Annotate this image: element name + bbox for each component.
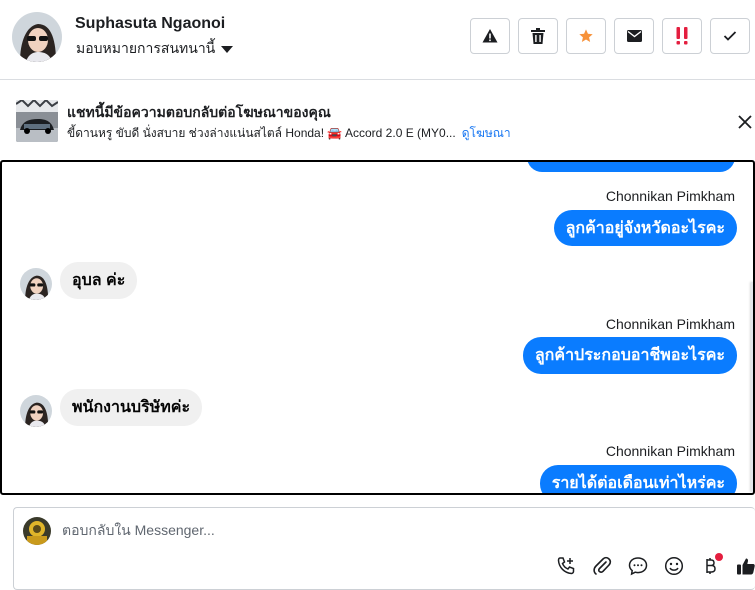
caret-down-icon — [221, 46, 234, 53]
spam-button[interactable] — [470, 18, 510, 54]
outgoing-message[interactable] — [527, 162, 735, 172]
delete-button[interactable] — [518, 18, 558, 54]
ad-banner-description-row: ขี้ดานหรู ขับดี นั่งสบาย ช่วงล่างแน่นสไต… — [67, 124, 511, 143]
outgoing-message[interactable]: ลูกค้าประกอบอาชีพอะไรคะ — [522, 337, 737, 374]
like-button[interactable] — [734, 554, 755, 578]
close-icon — [738, 115, 752, 129]
call-plus-icon — [557, 557, 575, 575]
chat-bubble-icon — [628, 557, 648, 576]
scrollbar[interactable] — [751, 282, 753, 492]
close-banner-button[interactable] — [736, 113, 754, 131]
ad-description: ขี้ดานหรู ขับดี นั่งสบาย ช่วงล่างแน่นสไต… — [67, 126, 456, 140]
header-actions — [470, 18, 750, 54]
saved-replies-button[interactable] — [626, 554, 650, 578]
emoji-button[interactable] — [662, 554, 686, 578]
mark-unread-button[interactable] — [614, 18, 654, 54]
reply-input[interactable] — [62, 522, 562, 538]
notification-dot — [715, 553, 723, 561]
incoming-message[interactable]: พนักงานบริษัทค่ะ — [60, 389, 203, 426]
follow-up-button[interactable] — [662, 18, 702, 54]
contact-avatar[interactable] — [12, 12, 62, 62]
outgoing-message[interactable]: ลูกค้าอยู่จังหวัดอะไรคะ — [553, 210, 737, 246]
contact-name[interactable]: Suphasuta Ngaonoi — [75, 15, 225, 33]
trash-icon — [531, 28, 545, 44]
assign-conversation-dropdown[interactable]: มอบหมายการสนทนานี้ — [76, 38, 234, 60]
attach-button[interactable] — [590, 554, 614, 578]
view-ad-link[interactable]: ดูโฆษณา — [462, 124, 511, 143]
message-sender: Chonnikan Pimkham — [605, 188, 735, 204]
assign-label: มอบหมายการสนทนานี้ — [76, 40, 216, 56]
ad-thumbnail[interactable] — [16, 100, 58, 142]
page-avatar — [23, 517, 51, 545]
ad-reply-banner: แชทนี้มีข้อความตอบกลับต่อโฆษณาของคุณ ขี้… — [0, 81, 755, 159]
message-sender: Chonnikan Pimkham — [605, 443, 735, 459]
contact-avatar-small — [20, 268, 52, 300]
payment-button[interactable] — [698, 553, 723, 578]
emoji-icon — [664, 556, 684, 576]
message-thread[interactable]: Chonnikan Pimkham ลูกค้าอยู่จังหวัดอะไรค… — [0, 160, 755, 495]
message-sender: Chonnikan Pimkham — [605, 316, 735, 332]
thumbs-up-icon — [737, 558, 755, 575]
ad-banner-title: แชทนี้มีข้อความตอบกลับต่อโฆษณาของคุณ — [67, 104, 331, 120]
reply-composer — [13, 507, 755, 590]
paperclip-icon — [593, 556, 612, 575]
double-exclamation-icon — [676, 27, 688, 45]
outgoing-message[interactable]: รายได้ต่อเดือนเท่าไหร่คะ — [539, 465, 737, 493]
composer-toolbar — [554, 553, 755, 578]
envelope-icon — [626, 30, 642, 42]
contact-avatar-small — [20, 395, 52, 427]
checkmark-icon — [723, 31, 737, 41]
mark-done-button[interactable] — [710, 18, 750, 54]
star-icon — [579, 29, 593, 42]
call-button[interactable] — [554, 554, 578, 578]
warning-icon — [482, 29, 498, 43]
star-button[interactable] — [566, 18, 606, 54]
conversation-header: Suphasuta Ngaonoi มอบหมายการสนทนานี้ — [0, 0, 755, 80]
incoming-message[interactable]: อุบล ค่ะ — [60, 262, 138, 299]
